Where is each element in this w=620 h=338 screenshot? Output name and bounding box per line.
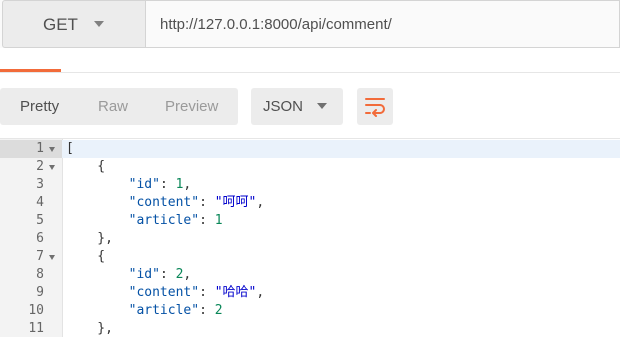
json-punctuation: :: [159, 177, 176, 192]
line-number-cell: 10: [0, 302, 62, 320]
response-body-editor[interactable]: 1[2 {3 "id": 1, 4 "content": "呵呵", 5 "arti…: [0, 138, 620, 337]
line-number-cell: 5: [0, 212, 62, 230]
json-key: "content": [128, 195, 200, 210]
json-punctuation: {: [66, 159, 106, 174]
line-number-cell: 9: [0, 284, 62, 302]
line-number: 2: [36, 159, 44, 174]
json-key: "article": [128, 213, 200, 228]
code-line: 1[: [0, 140, 620, 158]
url-input[interactable]: http://127.0.0.1:8000/api/comment/: [146, 0, 620, 48]
code-line: 6 },: [0, 230, 620, 248]
view-pretty-button[interactable]: Pretty: [20, 88, 59, 125]
code-text: "content": "哈哈",: [66, 284, 265, 302]
json-punctuation: [66, 303, 129, 318]
code-text: "content": "呵呵",: [66, 194, 265, 212]
code-line: 3 "id": 1,: [0, 176, 620, 194]
json-punctuation: :: [199, 195, 215, 210]
json-punctuation: [66, 177, 129, 192]
code-line: 4 "content": "呵呵",: [0, 194, 620, 212]
json-punctuation: :: [199, 213, 215, 228]
line-number: 6: [36, 231, 44, 246]
line-number: 11: [28, 321, 44, 336]
line-number: 3: [36, 177, 44, 192]
fold-caret-icon[interactable]: [49, 255, 55, 260]
json-punctuation: [66, 195, 129, 210]
json-punctuation: [66, 267, 129, 282]
divider: [0, 72, 620, 73]
url-text: http://127.0.0.1:8000/api/comment/: [160, 16, 392, 33]
fold-caret-icon[interactable]: [49, 147, 55, 152]
format-label: JSON: [263, 98, 304, 115]
json-punctuation: [: [66, 141, 74, 156]
json-key: "content": [128, 285, 200, 300]
code-line: 5 "article": 1: [0, 212, 620, 230]
code-text: "id": 1,: [66, 176, 192, 194]
view-preview-button[interactable]: Preview: [165, 88, 218, 125]
method-select[interactable]: GET: [2, 0, 146, 48]
fold-caret-icon[interactable]: [49, 165, 55, 170]
code-text: "article": 1: [66, 212, 223, 230]
json-number: 2: [214, 303, 223, 318]
json-punctuation: ,: [183, 177, 192, 192]
code-line: 10 "article": 2: [0, 302, 620, 320]
line-number: 1: [36, 141, 44, 156]
format-select[interactable]: JSON: [251, 88, 343, 125]
line-number-cell: 8: [0, 266, 62, 284]
line-number: 7: [36, 249, 44, 264]
view-raw-button[interactable]: Raw: [98, 88, 128, 125]
json-punctuation: ,: [183, 267, 192, 282]
line-number-cell: 3: [0, 176, 62, 194]
json-punctuation: [66, 213, 129, 228]
json-key: "id": [128, 267, 160, 282]
json-punctuation: {: [66, 249, 106, 264]
line-number-cell: 7: [0, 248, 62, 266]
json-punctuation: },: [66, 321, 113, 336]
json-key: "id": [128, 177, 160, 192]
wrap-lines-icon: [365, 98, 385, 117]
json-punctuation: [66, 285, 129, 300]
code-text: [: [66, 140, 74, 158]
line-number: 5: [36, 213, 44, 228]
code-text: "article": 2: [66, 302, 223, 320]
code-text: "id": 2,: [66, 266, 192, 284]
code-line: 7 {: [0, 248, 620, 266]
code-text: {: [66, 248, 105, 266]
json-string: "呵呵": [214, 195, 257, 210]
code-line: 8 "id": 2,: [0, 266, 620, 284]
line-number: 4: [36, 195, 44, 210]
code-text: },: [66, 230, 113, 248]
code-line: 11 },: [0, 320, 620, 338]
line-number: 8: [36, 267, 44, 282]
json-key: "article": [128, 303, 200, 318]
line-number: 9: [36, 285, 44, 300]
wrap-lines-button[interactable]: [357, 88, 393, 125]
json-string: "哈哈": [214, 285, 257, 300]
chevron-down-icon: [317, 103, 327, 109]
json-punctuation: :: [159, 267, 176, 282]
response-tab-strip: [0, 48, 620, 74]
line-number: 10: [28, 303, 44, 318]
json-punctuation: ,: [256, 285, 265, 300]
line-number-cell: 4: [0, 194, 62, 212]
json-punctuation: :: [199, 303, 215, 318]
code-text: {: [66, 158, 105, 176]
json-punctuation: :: [199, 285, 215, 300]
line-number-cell: 11: [0, 320, 62, 338]
json-punctuation: ,: [256, 195, 265, 210]
view-mode-group: Pretty Raw Preview: [0, 88, 238, 125]
code-line: 2 {: [0, 158, 620, 176]
line-number-cell: 2: [0, 158, 62, 176]
request-bar: GET http://127.0.0.1:8000/api/comment/: [0, 0, 620, 49]
json-punctuation: },: [66, 231, 113, 246]
method-label: GET: [43, 15, 78, 34]
json-number: 1: [214, 213, 223, 228]
code-line: 9 "content": "哈哈",: [0, 284, 620, 302]
line-number-cell: 1: [0, 140, 62, 158]
code-text: },: [66, 320, 113, 338]
chevron-down-icon: [94, 21, 104, 27]
line-number-cell: 6: [0, 230, 62, 248]
